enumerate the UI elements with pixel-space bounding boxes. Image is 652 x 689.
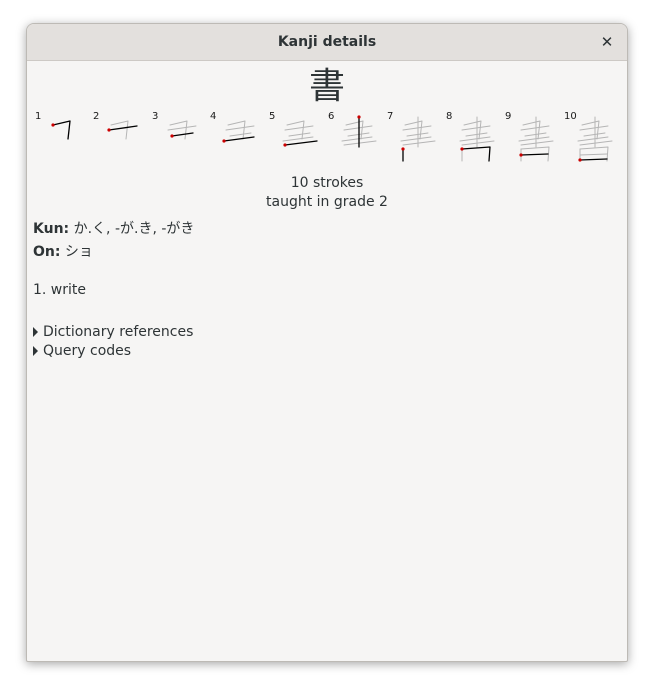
current-stroke <box>461 146 491 162</box>
stroke-start-dot <box>222 139 226 143</box>
stroke-start-dot <box>51 123 55 127</box>
previous-stroke <box>343 125 373 131</box>
stroke-start-dot <box>519 153 523 157</box>
kun-value: か.く, -が.き, -がき <box>69 221 195 237</box>
previous-stroke <box>518 136 550 142</box>
close-button[interactable]: ✕ <box>597 32 617 52</box>
window-title: Kanji details <box>277 34 377 50</box>
stroke-start-dot <box>460 147 464 151</box>
expander-label: Query codes <box>43 343 132 359</box>
expand-arrow-icon <box>33 327 38 337</box>
stroke-step-3: 3 <box>146 111 204 171</box>
stroke-step-4: 4 <box>204 111 262 171</box>
stroke-diagram <box>459 116 495 162</box>
previous-stroke <box>520 140 554 146</box>
previous-stroke <box>282 136 314 142</box>
previous-stroke <box>459 136 491 142</box>
previous-stroke <box>400 136 432 142</box>
kanji-character: 書 <box>308 66 345 107</box>
stroke-diagram <box>518 116 554 162</box>
stroke-diagram <box>400 116 436 162</box>
previous-stroke <box>402 140 436 146</box>
dictionary-references-expander[interactable]: Dictionary references <box>33 323 193 341</box>
stroke-order-diagram: 1 2 3 4 5 6 7 8 9 10 <box>27 111 627 171</box>
stroke-diagram <box>282 120 318 147</box>
previous-stroke <box>461 125 491 131</box>
stroke-step-10: 10 <box>558 111 616 171</box>
titlebar[interactable]: Kanji details ✕ <box>27 24 627 61</box>
details-content: 書 1 2 3 4 5 6 7 8 9 10 10 strokes taught in grade… <box>27 61 627 661</box>
stroke-start-dot <box>107 128 111 132</box>
kun-reading: Kun: か.く, -が.き, -がき <box>33 220 194 238</box>
stroke-step-9: 9 <box>499 111 557 171</box>
on-label: On: <box>33 244 61 260</box>
current-stroke <box>284 140 318 146</box>
stroke-diagram <box>341 115 377 148</box>
previous-stroke <box>167 125 197 131</box>
grade-info: taught in grade 2 <box>266 194 388 210</box>
previous-stroke <box>461 140 495 146</box>
previous-stroke <box>288 132 311 137</box>
current-stroke <box>579 158 608 161</box>
stroke-diagram <box>222 120 255 143</box>
on-reading: On: ショ <box>33 243 93 261</box>
stroke-start-dot <box>401 147 405 151</box>
stroke-step-2: 2 <box>87 111 145 171</box>
stroke-diagram <box>51 120 71 140</box>
previous-stroke <box>402 125 432 131</box>
stroke-diagram <box>167 120 197 140</box>
stroke-step-5: 5 <box>263 111 321 171</box>
kanji-details-window: Kanji details ✕ 書 1 2 3 4 5 6 7 8 9 10 10 strokes… <box>26 23 628 662</box>
previous-stroke <box>284 125 314 131</box>
previous-stroke <box>229 132 252 137</box>
previous-stroke <box>579 125 609 131</box>
stroke-start-dot <box>283 143 287 147</box>
previous-stroke <box>341 136 373 142</box>
stroke-count: 10 strokes <box>290 175 364 191</box>
current-stroke <box>108 125 138 131</box>
stroke-start-dot <box>357 115 361 119</box>
expand-arrow-icon <box>33 346 38 356</box>
previous-stroke <box>343 140 377 146</box>
previous-stroke <box>520 125 550 131</box>
query-codes-expander[interactable]: Query codes <box>33 342 131 360</box>
current-stroke <box>52 120 71 140</box>
current-stroke <box>520 153 549 156</box>
stroke-step-7: 7 <box>381 111 439 171</box>
previous-stroke <box>577 136 609 142</box>
stroke-step-1: 1 <box>29 111 87 171</box>
current-stroke <box>171 132 194 137</box>
previous-stroke <box>579 140 613 146</box>
stroke-start-dot <box>170 134 174 138</box>
stroke-diagram <box>107 120 138 140</box>
stroke-step-6: 6 <box>322 111 380 171</box>
previous-stroke <box>579 153 608 156</box>
stroke-diagram <box>577 116 613 162</box>
stroke-step-8: 8 <box>440 111 498 171</box>
expander-label: Dictionary references <box>43 324 194 340</box>
meaning-item: 1. write <box>33 282 87 298</box>
stroke-start-dot <box>578 158 582 162</box>
on-value: ショ <box>60 244 93 260</box>
current-stroke <box>223 136 255 142</box>
previous-stroke <box>225 125 255 131</box>
kun-label: Kun: <box>33 221 70 237</box>
